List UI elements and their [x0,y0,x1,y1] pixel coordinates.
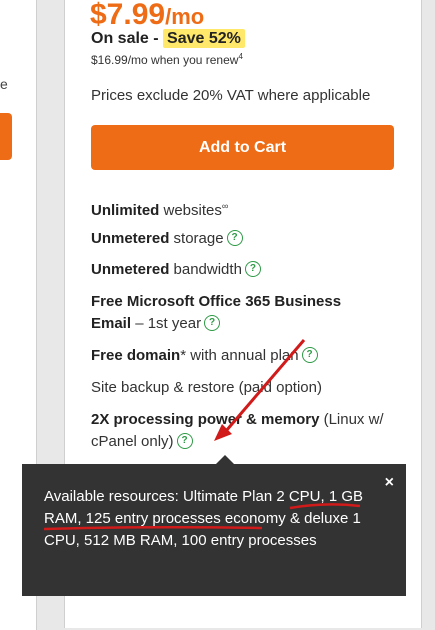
feature-storage: Unmetered storage? [91,228,396,250]
feature-websites: Unlimited websites∞ [91,195,396,222]
feature-bold: Unlimited [91,202,160,219]
help-icon[interactable]: ? [226,230,243,247]
feature-bold: Unmetered [91,230,170,247]
infinity-mark: ∞ [221,201,229,211]
adjacent-add-to-cart-button[interactable] [0,113,12,160]
price-amount: $7.99 [90,0,166,31]
feature-domain: Free domain* with annual plan? [91,345,396,367]
feature-text: websites [159,202,222,219]
renew-text: $16.99/mo when you renew [91,53,239,67]
feature-backup: Site backup & restore (paid option) [91,379,322,396]
tooltip-popup: × Available resources: Ultimate Plan 2 C… [22,455,406,596]
add-to-cart-button[interactable]: Add to Cart [91,125,394,170]
help-icon[interactable]: ? [301,347,318,364]
feature-bold: Free domain [91,347,181,364]
help-icon[interactable]: ? [204,315,221,332]
feature-text: storage [169,230,224,247]
tooltip-caret [216,455,234,464]
sale-line: On sale - Save 52% [91,29,245,48]
sale-label: On sale - [91,30,164,47]
feature-bandwidth: Unmetered bandwidth? [91,259,396,281]
plan-price: $7.99/mo [90,0,204,32]
feature-bold: Unmetered [91,261,170,278]
feature-bold: 2X processing power & memory [91,411,320,428]
tooltip-text: Available resources: Ultimate Plan 2 CPU… [44,488,364,549]
help-icon[interactable]: ? [244,261,261,278]
close-icon[interactable]: × [385,472,394,494]
vat-note: Prices exclude 20% VAT where applicable [91,87,371,104]
feature-processing: 2X processing power & memory (Linux w/ c… [91,409,396,453]
feature-text: bandwidth [169,261,242,278]
feature-email: Free Microsoft Office 365 Business Email… [91,291,381,335]
renew-price: $16.99/mo when you renew4 [91,52,243,67]
save-badge: Save 52% [163,29,245,48]
renew-footnote: 4 [238,52,243,61]
adjacent-card-text: e [0,76,8,92]
feature-text: * with annual plan [180,347,299,364]
feature-text: – 1st year [131,315,202,332]
price-period: /mo [165,4,205,29]
help-icon[interactable]: ? [176,433,193,450]
